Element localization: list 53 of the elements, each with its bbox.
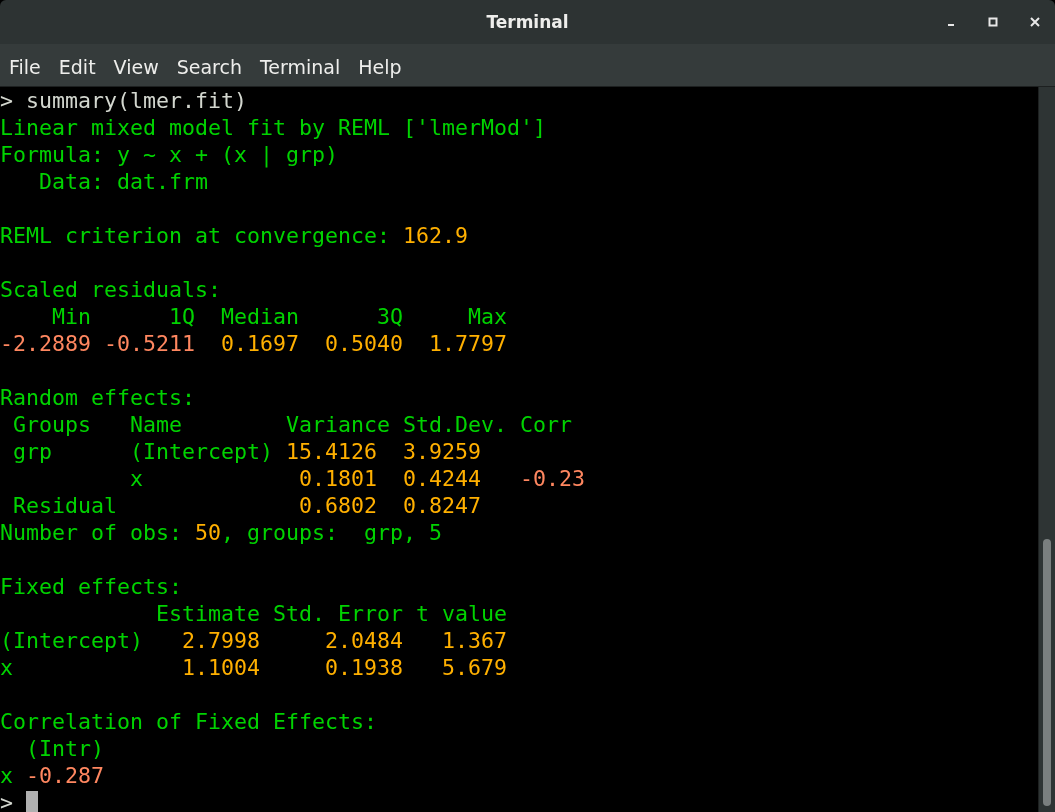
number-value: 1.7797 (428, 331, 508, 356)
menu-item[interactable]: File (0, 56, 50, 78)
maximize-icon[interactable] (987, 16, 999, 28)
output-text: Linear mixed model fit by REML ['lmerMod'] (0, 115, 547, 140)
number-value: 0.4244 (402, 466, 482, 491)
negative-value: -2.2889 (0, 331, 91, 356)
window-title: Terminal (486, 12, 569, 32)
number-value: 5.679 (441, 655, 508, 680)
output-text: Residual (12, 493, 118, 518)
number-value: 2.0484 (324, 628, 404, 653)
output-text: Correlation of Fixed Effects: (0, 709, 377, 734)
negative-value: -0.287 (26, 763, 105, 788)
output-text: Fixed effects: (0, 574, 182, 599)
output-text: REML criterion at convergence: (0, 223, 392, 248)
number-value: 0.8247 (402, 493, 482, 518)
output-text: Number of obs: (0, 520, 183, 545)
negative-value: -0.5211 (103, 331, 196, 356)
output-text: , groups: grp, 5 (221, 520, 443, 545)
output-text: x (129, 466, 144, 491)
menu-item[interactable]: Search (167, 56, 251, 78)
number-value: 1.367 (441, 628, 508, 653)
number-value: 0.1938 (324, 655, 404, 680)
output-text: Formula: y ~ x + (x | grp) (0, 142, 338, 167)
number-value: 0.6802 (299, 493, 378, 518)
number-value: 50 (195, 520, 222, 545)
number-value: 2.7998 (182, 628, 261, 653)
output-text: grp (Intercept) (12, 439, 274, 464)
output-text: (Intr) (25, 736, 104, 761)
menu-item[interactable]: Terminal (250, 56, 350, 78)
output-text: Groups Name Variance Std.Dev. Corr (12, 412, 573, 437)
number-value: 0.1801 (299, 466, 378, 491)
number-value: 15.4126 (286, 439, 378, 464)
number-value: 0.5040 (324, 331, 404, 356)
number-value: 162.9 (403, 223, 469, 248)
menu-item[interactable]: Edit (49, 56, 105, 78)
number-value: 0.1697 (220, 331, 300, 356)
command-text: > summary(lmer.fit) (0, 88, 247, 113)
output-text: x (0, 763, 14, 788)
output-text: Random effects: (0, 385, 195, 410)
output-text: x (0, 655, 14, 680)
output-text: Scaled residuals: (0, 277, 221, 302)
output-text: Min 1Q Median 3Q Max (51, 304, 508, 329)
scrollbar-thumb[interactable] (1043, 539, 1051, 806)
close-icon[interactable] (1029, 16, 1041, 28)
negative-value: -0.23 (519, 466, 586, 491)
menu-item[interactable]: View (104, 56, 168, 78)
number-value: 3.9259 (402, 439, 482, 464)
command-text: > (0, 790, 13, 812)
output-text: Estimate Std. Error t value (155, 601, 508, 626)
menu-item[interactable]: Help (349, 56, 411, 78)
output-text: (Intercept) (0, 628, 144, 653)
output-text: Data: dat.frm (38, 169, 208, 194)
number-value: 1.1004 (182, 655, 261, 680)
